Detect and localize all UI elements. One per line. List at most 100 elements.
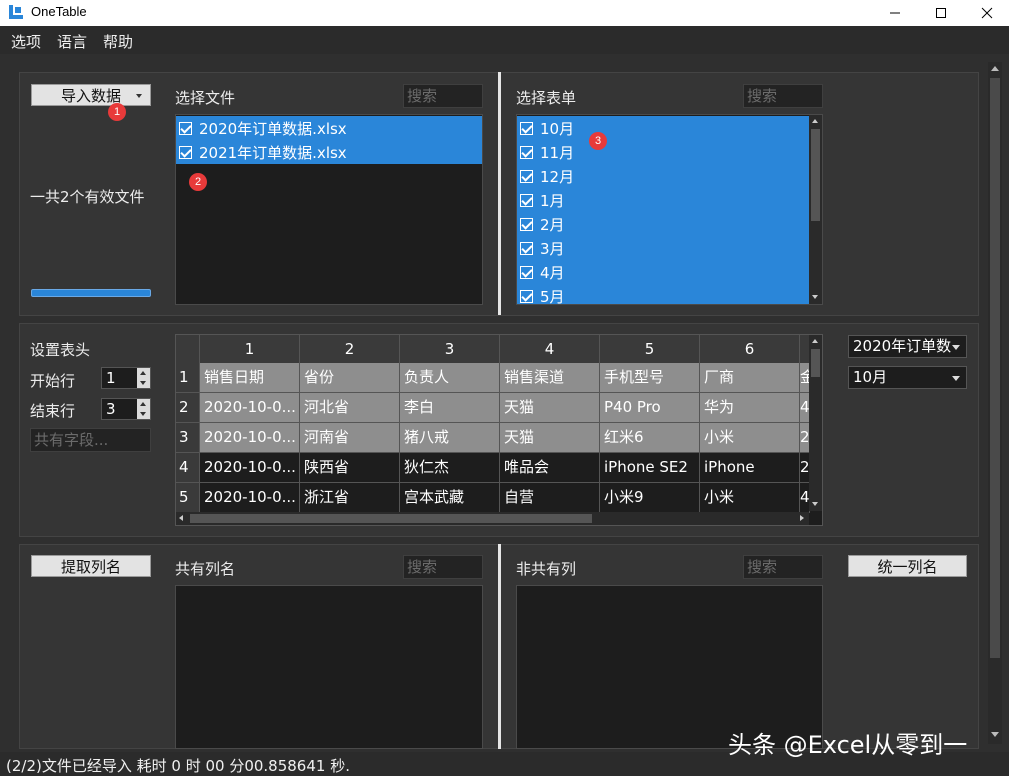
- vertical-splitter[interactable]: [498, 72, 501, 315]
- column-header[interactable]: 3: [400, 335, 500, 365]
- checkbox-checked-icon[interactable]: [520, 145, 533, 159]
- end-row-stepper[interactable]: [137, 399, 150, 419]
- common-columns-search-input[interactable]: 搜索: [403, 555, 483, 579]
- scroll-down-arrow-icon[interactable]: [991, 732, 999, 737]
- checkbox-checked-icon[interactable]: [520, 217, 533, 231]
- table-cell[interactable]: 浙江省: [300, 483, 400, 513]
- noncommon-columns-search-input[interactable]: 搜索: [743, 555, 823, 579]
- table-cell[interactable]: 天猫: [500, 393, 600, 423]
- table-cell[interactable]: iPhone: [700, 453, 800, 483]
- common-columns-list[interactable]: [175, 585, 483, 749]
- menu-options[interactable]: 选项: [11, 31, 41, 52]
- checkbox-checked-icon[interactable]: [179, 121, 192, 135]
- table-cell[interactable]: 小米: [700, 423, 800, 453]
- checkbox-checked-icon[interactable]: [520, 265, 533, 279]
- table-cell[interactable]: 销售渠道: [500, 363, 600, 393]
- scroll-up-arrow-icon[interactable]: [991, 66, 999, 71]
- chevron-down-icon[interactable]: [140, 381, 146, 385]
- unify-columns-button[interactable]: 统一列名: [848, 555, 967, 577]
- vertical-splitter-bottom[interactable]: [498, 544, 501, 749]
- scroll-left-arrow-icon[interactable]: [179, 515, 183, 521]
- maximize-button[interactable]: [918, 0, 964, 26]
- close-button[interactable]: [964, 0, 1009, 26]
- sheet-search-input[interactable]: 搜索: [743, 84, 823, 108]
- chevron-up-icon[interactable]: [140, 371, 146, 375]
- main-scroll-thumb[interactable]: [990, 78, 1000, 658]
- common-fields-input[interactable]: 共有字段...: [30, 428, 151, 452]
- extract-columns-button[interactable]: 提取列名: [31, 555, 151, 577]
- sheet-list[interactable]: 10月 11月 12月 1月 2月 3月 4月 5月: [516, 114, 823, 305]
- checkbox-checked-icon[interactable]: [520, 169, 533, 183]
- table-cell[interactable]: 2020-10-0...: [200, 423, 300, 453]
- table-cell[interactable]: 小米: [700, 483, 800, 513]
- sheet-list-scrollbar[interactable]: [809, 115, 822, 304]
- table-cell[interactable]: 李白: [400, 393, 500, 423]
- table-cell[interactable]: 销售日期: [200, 363, 300, 393]
- row-header[interactable]: 1: [176, 363, 200, 393]
- scroll-down-arrow-icon[interactable]: [812, 295, 818, 299]
- scroll-up-arrow-icon[interactable]: [812, 339, 818, 343]
- table-cell[interactable]: 狄仁杰: [400, 453, 500, 483]
- list-item[interactable]: 2月: [517, 212, 809, 236]
- table-cell[interactable]: iPhone SE2: [600, 453, 700, 483]
- sheet-select-combo[interactable]: 10月: [848, 366, 967, 389]
- checkbox-checked-icon[interactable]: [520, 241, 533, 255]
- minimize-button[interactable]: [872, 0, 918, 26]
- table-cell[interactable]: 猪八戒: [400, 423, 500, 453]
- scroll-right-arrow-icon[interactable]: [800, 515, 804, 521]
- checkbox-checked-icon[interactable]: [179, 145, 192, 159]
- column-header[interactable]: 5: [600, 335, 700, 365]
- column-header[interactable]: 2: [300, 335, 400, 365]
- start-row-stepper[interactable]: [137, 368, 150, 388]
- table-cell[interactable]: 河南省: [300, 423, 400, 453]
- import-data-button[interactable]: 导入数据: [31, 84, 151, 106]
- list-item[interactable]: 10月: [517, 116, 809, 140]
- table-cell[interactable]: 唯品会: [500, 453, 600, 483]
- scroll-down-arrow-icon[interactable]: [812, 502, 818, 506]
- list-item[interactable]: 5月: [517, 284, 809, 304]
- table-vscrollbar[interactable]: [809, 335, 822, 511]
- list-item[interactable]: 11月: [517, 140, 809, 164]
- table-cell[interactable]: 省份: [300, 363, 400, 393]
- menu-language[interactable]: 语言: [57, 31, 87, 52]
- table-cell[interactable]: 宫本武藏: [400, 483, 500, 513]
- table-cell[interactable]: 自营: [500, 483, 600, 513]
- list-item[interactable]: 2020年订单数据.xlsx: [176, 116, 482, 140]
- row-header[interactable]: 5: [176, 483, 200, 513]
- preview-table[interactable]: 1 2 3 4 5 6 1 销售日期 省份 负责人 销售渠道 手机型号 厂商 金…: [175, 334, 823, 526]
- list-item[interactable]: 2021年订单数据.xlsx: [176, 140, 482, 164]
- column-header[interactable]: 6: [700, 335, 800, 365]
- sheet-scroll-thumb[interactable]: [811, 129, 820, 221]
- table-cell[interactable]: 2020-10-0...: [200, 453, 300, 483]
- table-cell[interactable]: 2020-10-0...: [200, 483, 300, 513]
- column-header[interactable]: 1: [200, 335, 300, 365]
- table-cell[interactable]: 手机型号: [600, 363, 700, 393]
- table-cell[interactable]: 厂商: [700, 363, 800, 393]
- file-search-input[interactable]: 搜索: [403, 84, 483, 108]
- table-cell[interactable]: 2020-10-0...: [200, 393, 300, 423]
- row-header[interactable]: 2: [176, 393, 200, 423]
- table-cell[interactable]: 小米9: [600, 483, 700, 513]
- checkbox-checked-icon[interactable]: [520, 193, 533, 207]
- main-scrollbar[interactable]: [988, 62, 1002, 744]
- chevron-down-icon[interactable]: [140, 412, 146, 416]
- table-hscrollbar[interactable]: [176, 512, 809, 525]
- chevron-up-icon[interactable]: [140, 402, 146, 406]
- menu-help[interactable]: 帮助: [103, 31, 133, 52]
- list-item[interactable]: 4月: [517, 260, 809, 284]
- end-row-spinbox[interactable]: 3: [101, 398, 151, 420]
- table-cell[interactable]: 红米6: [600, 423, 700, 453]
- file-list[interactable]: 2020年订单数据.xlsx 2021年订单数据.xlsx: [175, 114, 483, 305]
- table-cell[interactable]: 天猫: [500, 423, 600, 453]
- table-cell[interactable]: 河北省: [300, 393, 400, 423]
- table-cell[interactable]: 负责人: [400, 363, 500, 393]
- row-header[interactable]: 3: [176, 423, 200, 453]
- column-header[interactable]: 4: [500, 335, 600, 365]
- table-hscroll-thumb[interactable]: [190, 514, 592, 523]
- start-row-spinbox[interactable]: 1: [101, 367, 151, 389]
- scroll-up-arrow-icon[interactable]: [812, 119, 818, 123]
- checkbox-checked-icon[interactable]: [520, 121, 533, 135]
- table-cell[interactable]: 陕西省: [300, 453, 400, 483]
- file-select-combo[interactable]: 2020年订单数: [848, 335, 967, 358]
- list-item[interactable]: 12月: [517, 164, 809, 188]
